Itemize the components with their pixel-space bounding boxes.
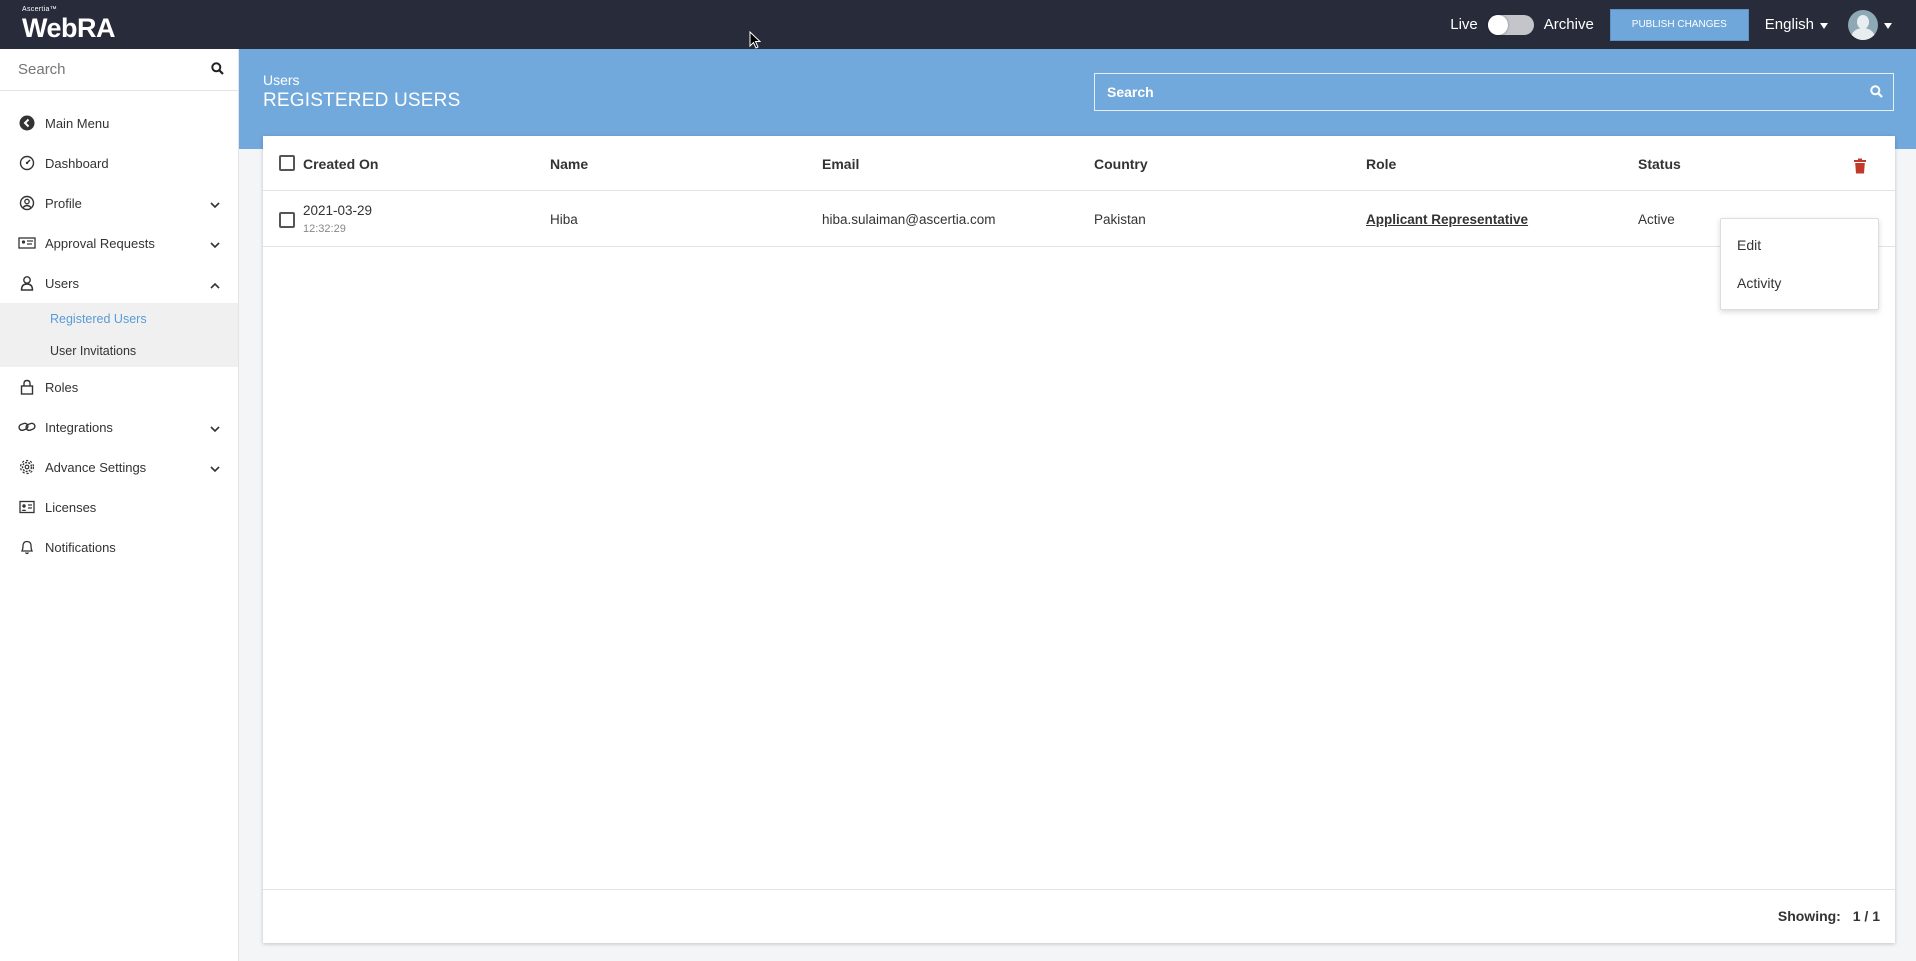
pagination-info: Showing: 1 / 1 [1778,908,1880,924]
row-checkbox[interactable] [279,212,295,228]
user-email: hiba.sulaiman@ascertia.com [822,212,996,227]
column-header-role[interactable]: Role [1366,156,1396,172]
users-table-card: Created On Name Email Country Role Statu… [263,136,1895,943]
gear-icon [18,458,36,476]
sidebar-item-dashboard[interactable]: Dashboard [0,143,238,183]
chevron-down-icon [210,197,220,212]
table-header: Created On Name Email Country Role Statu… [263,136,1895,191]
publish-changes-button[interactable]: PUBLISH CHANGES [1609,8,1749,41]
sidebar-item-label: Dashboard [45,155,109,171]
chevron-down-icon [210,421,220,436]
sidebar-item-label: Integrations [45,419,113,435]
back-circle-icon [18,114,36,132]
chevron-down-icon [210,461,220,476]
row-actions-menu: Edit Activity [1720,218,1879,310]
sidebar-item-label: Licenses [45,499,97,515]
toggle-knob [1487,14,1508,35]
sidebar-item-label: Roles [45,379,79,395]
top-bar: Ascertia™ WebRA Live Archive PUBLISH CHA… [0,0,1916,49]
id-badge-icon [18,234,36,252]
column-header-name[interactable]: Name [550,156,588,172]
user-menu[interactable] [1848,9,1892,40]
link-icon [18,418,36,436]
chevron-down-icon [210,237,220,252]
sidebar-item-notifications[interactable]: Notifications [0,527,238,567]
logo-product: WebRA [22,13,116,43]
sidebar-item-label: Advance Settings [45,459,147,475]
sidebar-item-approval-requests[interactable]: Approval Requests [0,223,238,263]
trash-icon[interactable] [1853,158,1867,179]
column-header-created-on[interactable]: Created On [303,156,378,172]
column-header-status[interactable]: Status [1638,156,1681,172]
column-header-email[interactable]: Email [822,156,859,172]
sidebar-search-input[interactable] [18,61,208,78]
sidebar-item-integrations[interactable]: Integrations [0,407,238,447]
sidebar-item-user-invitations[interactable]: User Invitations [0,335,238,367]
menu-item-activity[interactable]: Activity [1721,264,1878,302]
bell-icon [18,538,36,556]
sidebar-item-advance-settings[interactable]: Advance Settings [0,447,238,487]
page-title: REGISTERED USERS [263,90,461,111]
search-icon[interactable] [1870,85,1883,103]
lock-icon [18,378,36,396]
sidebar: Main Menu Dashboard Profile Approval Req… [0,49,239,961]
sidebar-item-roles[interactable]: Roles [0,367,238,407]
user-country: Pakistan [1094,212,1146,227]
sidebar-item-label: Approval Requests [45,235,155,251]
sidebar-item-users[interactable]: Users [0,263,238,303]
chevron-up-icon [210,277,220,292]
user-role-link[interactable]: Applicant Representative [1366,212,1528,227]
caret-down-icon [1820,22,1828,29]
menu-item-edit[interactable]: Edit [1721,226,1878,264]
top-right-controls: Live Archive PUBLISH CHANGES English [1450,0,1916,49]
sidebar-item-licenses[interactable]: Licenses [0,487,238,527]
sidebar-item-label: Profile [45,195,82,211]
showing-label: Showing: [1777,908,1841,924]
user-circle-icon [18,194,36,212]
id-card-icon [18,498,36,516]
search-icon[interactable] [211,62,224,80]
avatar [1848,9,1878,40]
users-search-input[interactable] [1107,84,1847,100]
mouse-cursor-icon [749,30,762,54]
sidebar-search [0,49,238,91]
table-footer: Showing: 1 / 1 [263,889,1895,943]
live-label: Live [1450,16,1478,33]
user-tie-icon [18,274,36,292]
live-archive-toggle[interactable] [1487,14,1534,35]
created-date: 2021-03-29 [303,203,373,218]
user-name: Hiba [550,212,578,227]
sidebar-item-registered-users[interactable]: Registered Users [0,303,238,335]
users-search [1094,73,1894,111]
table-row[interactable]: 2021-03-29 12:32:29 Hiba hiba.sulaiman@a… [263,191,1895,247]
sidebar-item-main-menu[interactable]: Main Menu [0,103,238,143]
page-header: Users REGISTERED USERS [239,49,1916,149]
column-header-country[interactable]: Country [1094,156,1148,172]
showing-value: 1 / 1 [1852,908,1880,924]
user-status: Active [1638,212,1675,227]
language-label: English [1764,16,1814,33]
select-all-checkbox[interactable] [279,155,295,171]
sidebar-item-label: Main Menu [45,115,110,131]
archive-label: Archive [1543,16,1594,33]
sidebar-item-label: Users [45,275,79,291]
sidebar-item-label: Notifications [45,539,116,555]
breadcrumb[interactable]: Users [263,72,300,88]
gauge-icon [18,154,36,172]
created-time: 12:32:29 [303,223,346,235]
sidebar-item-profile[interactable]: Profile [0,183,238,223]
webra-logo[interactable]: Ascertia™ WebRA [22,6,116,43]
caret-down-icon [1884,22,1892,29]
language-selector[interactable]: English [1765,16,1828,33]
users-submenu: Registered Users User Invitations [0,303,238,367]
